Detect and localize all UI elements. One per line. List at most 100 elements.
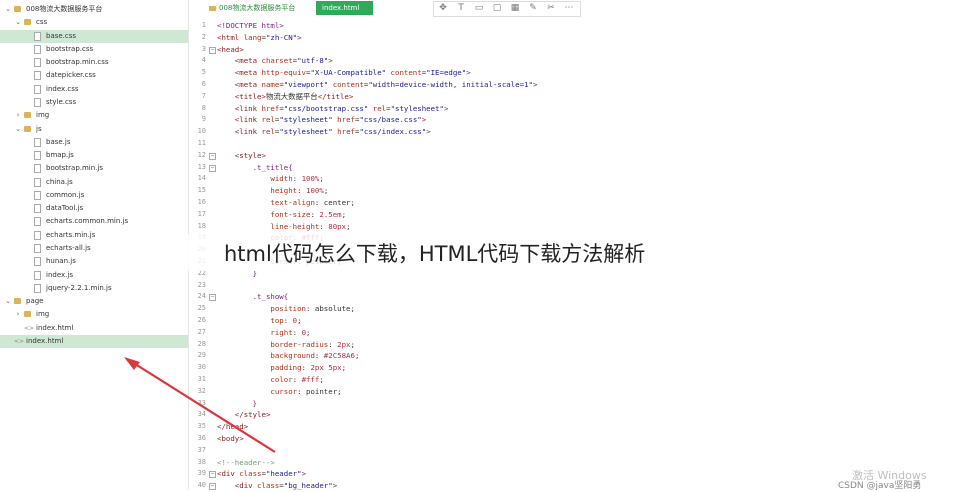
tree-item[interactable]: › img	[0, 308, 188, 321]
pen-icon[interactable]: ✎	[528, 3, 538, 14]
code-token: center	[323, 198, 351, 207]
code-token: <link	[217, 127, 262, 137]
fold-toggle-icon[interactable]: −	[209, 46, 216, 54]
code-token: <link	[217, 103, 262, 113]
chevron-right-icon[interactable]: ›	[14, 109, 22, 122]
line-number: 39	[197, 469, 206, 478]
tree-item-label: echarts.min.js	[46, 230, 96, 239]
tree-item-label: datepicker.css	[46, 71, 96, 80]
tree-item[interactable]: base.js	[0, 136, 188, 149]
code-token: 100%	[306, 186, 324, 196]
text-icon[interactable]: T	[456, 3, 466, 14]
tree-item[interactable]: hunan.js	[0, 255, 188, 268]
chevron-down-icon[interactable]: ⌄	[4, 3, 12, 16]
line-number: 8	[201, 103, 206, 112]
box-icon[interactable]: ▢	[492, 3, 502, 14]
code-line: <head>	[217, 44, 244, 56]
code-token: href	[261, 103, 280, 113]
frame-icon[interactable]: ▭	[474, 3, 484, 14]
code-line: <link rel="stylesheet" href="css/base.cs…	[217, 114, 426, 126]
tree-item[interactable]: ⌄ page	[0, 295, 188, 308]
file-explorer-sidebar: ⌄ 008物流大数据服务平台 ⌄ css base.css bootstrap.css bo…	[0, 0, 189, 490]
fold-toggle-icon[interactable]: −	[209, 294, 216, 302]
tree-item[interactable]: bootstrap.css	[0, 43, 188, 56]
tree-item[interactable]: echarts-all.js	[0, 242, 188, 255]
tree-item[interactable]: echarts.common.min.js	[0, 215, 188, 228]
chevron-down-icon[interactable]: ⌄	[4, 295, 12, 308]
code-token: "bg_header"	[283, 481, 333, 491]
file-icon	[34, 217, 41, 227]
line-number: 38	[197, 457, 206, 466]
tree-item[interactable]: base.css	[0, 29, 188, 43]
code-token: </style>	[217, 410, 271, 420]
code-token: cursor	[217, 386, 298, 396]
tree-item[interactable]: bootstrap.min.js	[0, 162, 188, 175]
more-icon[interactable]: ⋯	[564, 3, 574, 14]
code-token: top	[217, 316, 284, 325]
tree-item-label: bmap.js	[46, 151, 74, 160]
chevron-down-icon[interactable]: ⌄	[14, 16, 22, 29]
code-token: :	[319, 221, 329, 231]
chevron-down-icon[interactable]: ⌄	[14, 123, 22, 136]
file-icon	[34, 44, 41, 54]
tree-item-label: img	[36, 111, 50, 120]
code-token: ;	[350, 304, 355, 314]
tree-item[interactable]: common.js	[0, 189, 188, 202]
code-token: >	[466, 68, 471, 78]
mosaic-icon[interactable]: ▦	[510, 3, 520, 14]
tree-item[interactable]: index.js	[0, 269, 188, 282]
move-icon[interactable]: ✥	[438, 3, 448, 14]
tree-item[interactable]: datepicker.css	[0, 69, 188, 82]
scissors-icon[interactable]: ✂	[546, 3, 556, 14]
tree-item-label: hunan.js	[46, 257, 76, 266]
code-token: <head>	[217, 44, 244, 54]
tree-item[interactable]: index.css	[0, 83, 188, 96]
tree-item[interactable]: bmap.js	[0, 149, 188, 162]
tree-item-label: 008物流大数据服务平台	[26, 5, 103, 13]
line-number: 14	[197, 174, 206, 183]
tree-item-label: index.css	[46, 84, 79, 93]
code-token: rel	[261, 115, 275, 125]
tree-item[interactable]: ⌄ js	[0, 123, 188, 136]
fold-toggle-icon[interactable]: −	[209, 483, 216, 491]
tree-item[interactable]: china.js	[0, 176, 188, 189]
tree-item[interactable]: echarts.min.js	[0, 229, 188, 242]
code-line: }	[217, 398, 257, 410]
tree-item[interactable]: ⌄ 008物流大数据服务平台	[0, 3, 188, 16]
code-line: top: 0;	[217, 315, 301, 327]
tree-item[interactable]: jquery-2.2.1.min.js	[0, 282, 188, 295]
tree-item[interactable]: style.css	[0, 96, 188, 109]
tree-item[interactable]: <> index.html	[0, 322, 188, 335]
code-token: 2.5em	[319, 209, 342, 219]
code-token: >	[532, 80, 538, 89]
line-number: 9	[201, 115, 206, 124]
tab-project-folder[interactable]: 008物流大数据服务平台	[203, 1, 301, 15]
code-line: <div class="header">	[217, 468, 306, 480]
line-number: 1	[201, 21, 206, 29]
code-token: <style>	[217, 150, 266, 160]
line-number: 5	[201, 68, 206, 77]
tree-item[interactable]: ⌄ css	[0, 16, 188, 29]
code-line: font-size: 2.5em;	[217, 209, 346, 221]
code-token: "utf-8"	[297, 56, 329, 66]
code-token: line-height	[217, 221, 320, 231]
tree-item[interactable]: bootstrap.min.css	[0, 56, 188, 69]
chevron-right-icon[interactable]: ›	[14, 308, 22, 321]
code-token: :	[314, 198, 324, 207]
tab-index-html[interactable]: index.html	[316, 1, 373, 15]
file-icon	[34, 164, 41, 174]
code-token: height	[217, 186, 298, 196]
code-line: .t_title{	[217, 162, 293, 174]
tree-item[interactable]: › img	[0, 109, 188, 122]
code-token: "css/base.css"	[359, 115, 422, 125]
fold-toggle-icon[interactable]: −	[209, 471, 216, 479]
code-token: right	[217, 327, 293, 337]
tree-item[interactable]: dataTool.js	[0, 202, 188, 215]
fold-toggle-icon[interactable]: −	[209, 164, 216, 172]
line-number: 26	[197, 316, 206, 324]
fold-toggle-icon[interactable]: −	[209, 152, 216, 160]
code-token: name	[261, 80, 280, 89]
code-token: ;	[350, 339, 355, 349]
tree-item[interactable]: <> index.html	[0, 335, 188, 348]
file-icon	[34, 190, 41, 200]
